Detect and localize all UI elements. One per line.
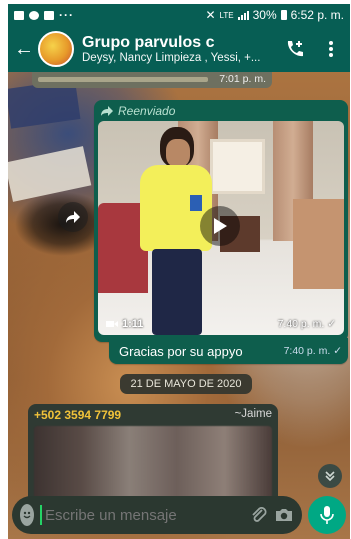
network-label: LTE [219,10,234,20]
message-input[interactable] [40,505,244,525]
forward-share-button[interactable] [58,202,88,232]
microphone-icon [320,506,334,524]
messenger-icon [29,10,39,20]
forward-icon [101,106,113,116]
caption-message[interactable]: Gracias por su appyo 7:40 p. m. ✓ [109,338,348,364]
double-chevron-down-icon [325,471,335,482]
clock: 6:52 p. m. [290,8,344,22]
read-check-icon: ✓ [333,345,342,357]
video-message[interactable]: Reenviado 1:11 7:40 p. m. ✓ [94,100,348,342]
add-call-icon[interactable] [284,38,306,60]
forwarded-text: Reenviado [118,104,176,118]
video-thumbnail[interactable]: 1:11 7:40 p. m. ✓ [98,121,344,335]
previous-message[interactable]: 7:01 p. m. [32,72,272,88]
facebook-icon [44,10,54,20]
read-check-icon: ✓ [327,318,336,330]
attach-icon[interactable] [250,503,268,527]
status-dots: ··· [59,8,74,22]
video-camera-icon [106,321,118,327]
group-avatar[interactable] [38,31,74,67]
mute-icon: ✕ [205,8,216,22]
back-arrow-icon[interactable]: ← [14,38,34,61]
image-icon [14,10,24,20]
more-vert-icon[interactable] [320,38,342,60]
previous-message-time: 7:01 p. m. [219,73,266,85]
video-duration: 1:11 [106,318,143,330]
play-icon[interactable] [200,206,240,246]
chat-header: ← Grupo parvulos c Deysy, Nancy Limpieza… [8,26,350,72]
forwarded-label: Reenviado [98,104,344,121]
caption-timestamp: 7:40 p. m. ✓ [283,345,342,357]
microphone-button[interactable] [308,496,346,534]
caption-text: Gracias por su appyo [119,343,243,359]
emoji-icon[interactable] [20,504,34,526]
battery-icon [280,10,287,20]
chat-title-block[interactable]: Grupo parvulos c Deysy, Nancy Limpieza ,… [82,34,278,64]
date-separator: 21 DE MAYO DE 2020 [120,374,252,394]
sender-name: ~Jaime [234,408,272,420]
sender-phone[interactable]: +502 3594 7799 [34,408,121,422]
whatsapp-screen: ··· ✕ LTE 30% 6:52 p. m. ← Grupo parvulo… [8,4,350,539]
incoming-sender: +502 3594 7799 ~Jaime [34,408,272,422]
video-timestamp: 7:40 p. m. ✓ [277,318,336,330]
status-bar: ··· ✕ LTE 30% 6:52 p. m. [8,4,350,26]
chat-title: Grupo parvulos c [82,34,215,51]
camera-icon[interactable] [274,503,294,527]
message-list[interactable]: 7:01 p. m. Reenviado 1:11 7:40 p. m. ✓ G… [8,72,350,526]
battery-percent: 30% [252,8,277,22]
chat-members: Deysy, Nancy Limpieza , Yessi, +... [82,52,261,64]
message-composer [12,496,302,534]
scroll-down-button[interactable] [318,464,342,488]
signal-icon [237,10,249,20]
